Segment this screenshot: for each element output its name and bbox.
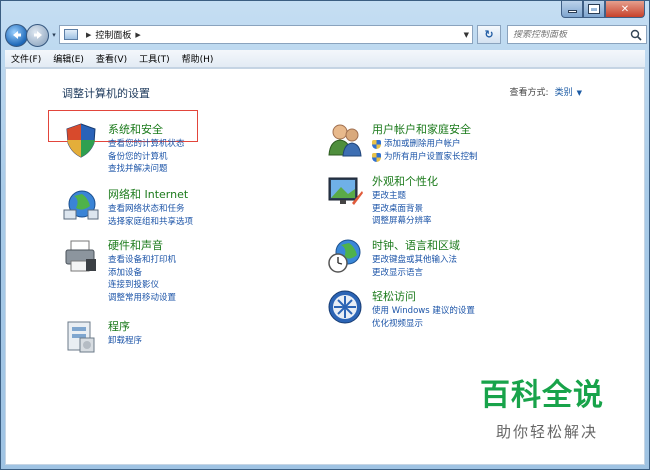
back-button[interactable] <box>5 23 28 47</box>
watermark-title: 百科全说 <box>480 378 604 413</box>
caption-buttons: ✕ <box>561 1 645 18</box>
maximize-button[interactable] <box>583 1 605 18</box>
link-recommended-settings[interactable]: 使用 Windows 建议的设置 <box>372 305 475 318</box>
category-title[interactable]: 硬件和声音 <box>108 237 163 253</box>
category-user-accounts: 用户帐户和家庭安全 添加或删除用户帐户 为所有用户设置家长控制 <box>326 121 586 166</box>
category-network: 网络和 Internet 查看网络状态和任务 选择家庭组和共享选项 <box>62 186 302 231</box>
recent-pages-dropdown[interactable]: ▾ <box>49 31 59 39</box>
chevron-right-icon[interactable]: ▶ <box>135 31 140 39</box>
search-icon[interactable] <box>630 29 642 41</box>
link-devices-printers[interactable]: 查看设备和打印机 <box>108 254 176 267</box>
view-by-selector[interactable]: 查看方式: 类别 ▼ <box>510 85 582 98</box>
category-title[interactable]: 时钟、语言和区域 <box>372 237 460 253</box>
category-links: 使用 Windows 建议的设置 优化视频显示 <box>372 305 475 330</box>
link-parental-controls[interactable]: 为所有用户设置家长控制 <box>372 151 478 164</box>
link-desktop-background[interactable]: 更改桌面背景 <box>372 203 432 216</box>
forward-arrow-icon <box>33 31 42 39</box>
menu-view[interactable]: 查看(V) <box>96 52 127 65</box>
link-keyboard-input[interactable]: 更改键盘或其他输入法 <box>372 254 457 267</box>
category-links: 查看您的计算机状态 备份您的计算机 查找并解决问题 <box>108 138 185 176</box>
chevron-right-icon[interactable]: ▶ <box>86 31 91 39</box>
menu-tools[interactable]: 工具(T) <box>139 52 170 65</box>
users-icon[interactable] <box>326 121 364 159</box>
shield-icon[interactable] <box>62 121 100 159</box>
link-change-theme[interactable]: 更改主题 <box>372 190 432 203</box>
menu-edit[interactable]: 编辑(E) <box>53 52 84 65</box>
category-hardware-sound: 硬件和声音 查看设备和打印机 添加设备 连接到投影仪 调整常用移动设置 <box>62 237 302 307</box>
monitor-icon[interactable] <box>326 173 364 211</box>
back-arrow-icon <box>12 31 21 39</box>
navigation-bar: ▾ ▶ 控制面板 ▶ ▼ ↻ <box>5 21 647 49</box>
close-button[interactable]: ✕ <box>605 1 645 18</box>
printer-icon[interactable] <box>62 237 100 275</box>
breadcrumb-control-panel[interactable]: 控制面板 <box>95 28 131 41</box>
ease-of-access-icon[interactable] <box>326 288 364 326</box>
category-title[interactable]: 外观和个性化 <box>372 173 438 189</box>
clock-globe-icon[interactable] <box>326 237 364 275</box>
link-backup-computer[interactable]: 备份您的计算机 <box>108 151 185 164</box>
link-screen-resolution[interactable]: 调整屏幕分辨率 <box>372 215 432 228</box>
category-title[interactable]: 网络和 Internet <box>108 186 188 202</box>
network-globe-icon[interactable] <box>62 186 100 224</box>
category-links: 卸载程序 <box>108 335 142 348</box>
link-troubleshoot[interactable]: 查找并解决问题 <box>108 163 185 176</box>
menu-bar: 文件(F) 编辑(E) 查看(V) 工具(T) 帮助(H) <box>5 50 645 68</box>
refresh-icon: ↻ <box>484 28 494 41</box>
link-add-device[interactable]: 添加设备 <box>108 267 176 280</box>
link-connect-projector[interactable]: 连接到投影仪 <box>108 279 176 292</box>
watermark-subtitle: 助你轻松解决 <box>495 423 598 441</box>
view-by-label: 查看方式: <box>509 88 549 98</box>
category-links: 查看网络状态和任务 选择家庭组和共享选项 <box>108 203 193 228</box>
forward-button[interactable] <box>26 23 49 47</box>
menu-help[interactable]: 帮助(H) <box>182 52 214 65</box>
link-mobility-settings[interactable]: 调整常用移动设置 <box>108 292 176 305</box>
link-network-status[interactable]: 查看网络状态和任务 <box>108 203 193 216</box>
category-title[interactable]: 程序 <box>108 318 130 334</box>
search-box <box>507 25 647 44</box>
programs-icon[interactable] <box>62 318 100 356</box>
address-bar[interactable]: ▶ 控制面板 ▶ ▼ <box>59 25 473 44</box>
search-input[interactable] <box>513 29 623 40</box>
category-links: 更改键盘或其他输入法 更改显示语言 <box>372 254 457 279</box>
link-display-language[interactable]: 更改显示语言 <box>372 267 457 280</box>
category-links: 查看设备和打印机 添加设备 连接到投影仪 调整常用移动设置 <box>108 254 176 304</box>
category-title[interactable]: 用户帐户和家庭安全 <box>372 121 471 137</box>
link-add-remove-accounts[interactable]: 添加或删除用户帐户 <box>372 138 478 151</box>
link-uninstall-program[interactable]: 卸载程序 <box>108 335 142 348</box>
control-panel-content: 调整计算机的设置 查看方式: 类别 ▼ 系统和安全 查看您的计算机状态 备份您的计算… <box>5 68 645 465</box>
view-by-value[interactable]: 类别 <box>555 88 573 98</box>
category-links: 添加或删除用户帐户 为所有用户设置家长控制 <box>372 138 478 163</box>
category-title[interactable]: 轻松访问 <box>372 288 416 304</box>
link-view-computer-status[interactable]: 查看您的计算机状态 <box>108 138 185 151</box>
category-title[interactable]: 系统和安全 <box>108 121 163 137</box>
category-appearance: 外观和个性化 更改主题 更改桌面背景 调整屏幕分辨率 <box>326 173 586 228</box>
address-dropdown-icon[interactable]: ▼ <box>464 31 469 39</box>
control-panel-icon <box>64 29 78 40</box>
refresh-button[interactable]: ↻ <box>477 25 501 44</box>
minimize-button[interactable] <box>561 1 583 18</box>
category-system-security: 系统和安全 查看您的计算机状态 备份您的计算机 查找并解决问题 <box>62 121 302 181</box>
menu-file[interactable]: 文件(F) <box>11 52 41 65</box>
category-clock-language-region: 时钟、语言和区域 更改键盘或其他输入法 更改显示语言 <box>326 237 586 282</box>
category-ease-of-access: 轻松访问 使用 Windows 建议的设置 优化视频显示 <box>326 288 586 333</box>
minimize-icon <box>567 10 577 13</box>
link-homegroup-sharing[interactable]: 选择家庭组和共享选项 <box>108 216 193 229</box>
category-links: 更改主题 更改桌面背景 调整屏幕分辨率 <box>372 190 432 228</box>
link-optimize-display[interactable]: 优化视频显示 <box>372 318 475 331</box>
close-icon: ✕ <box>620 3 630 15</box>
chevron-down-icon[interactable]: ▼ <box>577 89 582 97</box>
page-title: 调整计算机的设置 <box>62 87 150 100</box>
maximize-icon <box>588 4 600 14</box>
window-frame: ✕ ▾ ▶ 控制面板 ▶ ▼ ↻ 文件(F) 编辑(E) 查看(V) 工具 <box>0 0 650 470</box>
category-programs: 程序 卸载程序 <box>62 318 302 358</box>
